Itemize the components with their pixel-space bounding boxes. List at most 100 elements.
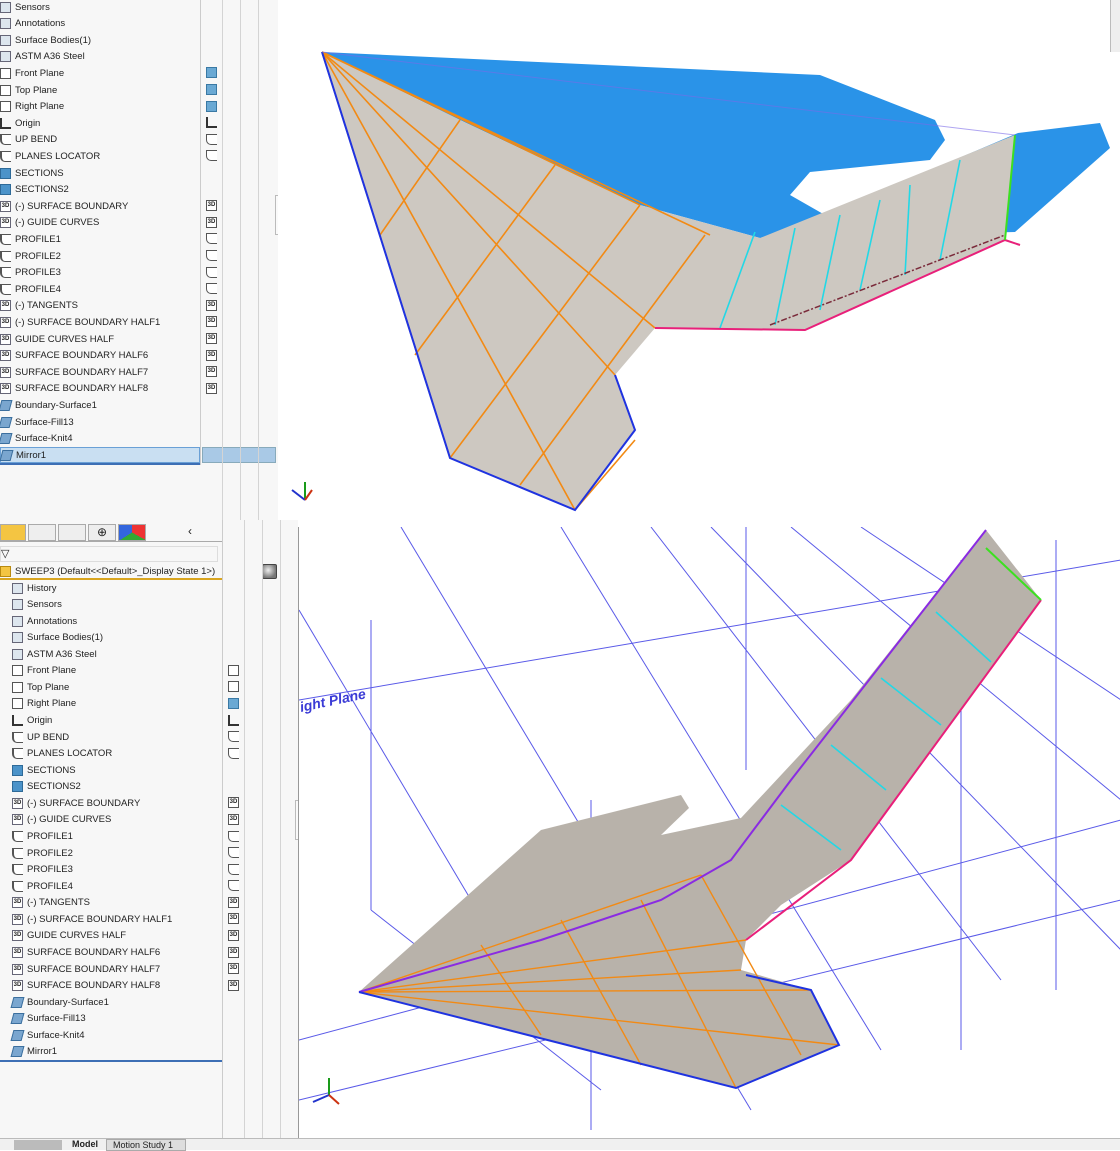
tree-item-surface-boundary-half1[interactable]: 3D (-) SURFACE BOUNDARY HALF1 bbox=[12, 911, 222, 927]
top-graphics-viewport[interactable] bbox=[278, 0, 1120, 520]
tree-item-label: (-) TANGENTS bbox=[15, 300, 78, 312]
tree-item-mirror1[interactable]: Mirror1 bbox=[10, 1044, 222, 1060]
tab-motion-study[interactable]: Motion Study 1 bbox=[106, 1139, 186, 1151]
tree-item-label: PROFILE1 bbox=[27, 831, 73, 843]
tree-item-surface-bodies-1[interactable]: Surface Bodies(1) bbox=[12, 630, 222, 646]
dimxpert-manager-tab[interactable]: ⊕ bbox=[88, 524, 116, 541]
top-feature-tree-pane: Sensors Annotations Surface Bodies(1) ASTM … bbox=[0, 0, 279, 520]
tree-item-profile4[interactable]: PROFILE4 bbox=[12, 878, 222, 894]
3d-icon: 3D bbox=[0, 383, 11, 395]
tree-item-surface-boundary-half8[interactable]: 3D SURFACE BOUNDARY HALF8 bbox=[0, 381, 200, 397]
property-manager-tab[interactable] bbox=[28, 524, 56, 541]
3d-status-icon: 3D bbox=[206, 366, 217, 378]
tree-item-planes-locator[interactable]: PLANES LOCATOR bbox=[0, 148, 200, 164]
tree-item-astm-a36-steel[interactable]: ASTM A36 Steel bbox=[0, 49, 200, 65]
tree-item-label: Surface-Fill13 bbox=[27, 1013, 86, 1025]
tree-item-surface-boundary-half6[interactable]: 3D SURFACE BOUNDARY HALF6 bbox=[0, 348, 200, 364]
tree-item-label: Top Plane bbox=[27, 681, 70, 693]
bottom-graphics-viewport[interactable]: ight Plane bbox=[298, 527, 1120, 1138]
tree-item-profile1[interactable]: PROFILE1 bbox=[12, 829, 222, 845]
tree-item-surface-knit4[interactable]: Surface-Knit4 bbox=[10, 1027, 222, 1043]
tree-item-tangents[interactable]: 3D (-) TANGENTS bbox=[0, 298, 200, 314]
tree-item-annotations[interactable]: Annotations bbox=[0, 16, 200, 32]
tree-item-sections2[interactable]: SECTIONS2 bbox=[12, 779, 222, 795]
tree-item-surface-boundary[interactable]: 3D (-) SURFACE BOUNDARY bbox=[12, 795, 222, 811]
tree-item-right-plane[interactable]: Right Plane bbox=[12, 696, 222, 712]
tree-item-profile3[interactable]: PROFILE3 bbox=[12, 862, 222, 878]
collapse-chevron-icon[interactable]: ‹ bbox=[188, 524, 192, 541]
tree-item-front-plane[interactable]: Front Plane bbox=[12, 663, 222, 679]
appearance-sphere-icon[interactable] bbox=[262, 564, 277, 579]
feature-icon bbox=[10, 996, 25, 1008]
tree-item-up-bend[interactable]: UP BEND bbox=[0, 132, 200, 148]
tree-item-guide-curves[interactable]: 3D (-) GUIDE CURVES bbox=[0, 215, 200, 231]
root-label: SWEEP3 (Default<<Default>_Display State … bbox=[15, 565, 216, 577]
tree-item-front-plane[interactable]: Front Plane bbox=[0, 65, 200, 81]
3d-status-icon: 3D bbox=[228, 946, 239, 958]
tree-item-sections[interactable]: SECTIONS bbox=[0, 165, 200, 181]
3d-icon: 3D bbox=[0, 217, 11, 229]
tree-item-tangents[interactable]: 3D (-) TANGENTS bbox=[12, 895, 222, 911]
manager-tabs: ⊕ ‹ bbox=[0, 524, 222, 542]
filter-icon[interactable]: ▽ bbox=[0, 546, 218, 562]
tree-item-surface-boundary-half7[interactable]: 3D SURFACE BOUNDARY HALF7 bbox=[12, 961, 222, 977]
tree-item-right-plane[interactable]: Right Plane bbox=[0, 99, 200, 115]
sketch-status-icon bbox=[206, 133, 217, 145]
tree-item-surface-boundary[interactable]: 3D (-) SURFACE BOUNDARY bbox=[0, 198, 200, 214]
tree-item-boundary-surface1[interactable]: Boundary-Surface1 bbox=[10, 994, 222, 1010]
tree-item-top-plane[interactable]: Top Plane bbox=[12, 679, 222, 695]
tree-item-planes-locator[interactable]: PLANES LOCATOR bbox=[12, 746, 222, 762]
tree-item-surface-knit4[interactable]: Surface-Knit4 bbox=[0, 431, 200, 447]
tab-model[interactable]: Model bbox=[72, 1139, 98, 1149]
tree-item-surface-boundary-half7[interactable]: 3D SURFACE BOUNDARY HALF7 bbox=[0, 364, 200, 380]
tree-item-profile3[interactable]: PROFILE3 bbox=[0, 265, 200, 281]
tree-item-label: SECTIONS bbox=[15, 167, 64, 179]
tab-scroll-buttons[interactable] bbox=[14, 1140, 62, 1150]
tree-item-sections2[interactable]: SECTIONS2 bbox=[0, 182, 200, 198]
tree-item-annotations[interactable]: Annotations bbox=[12, 613, 222, 629]
tree-item-up-bend[interactable]: UP BEND bbox=[12, 729, 222, 745]
bottom-model-view: ight Plane bbox=[299, 527, 1120, 1130]
display-manager-tab[interactable] bbox=[118, 524, 146, 541]
tree-item-top-plane[interactable]: Top Plane bbox=[0, 82, 200, 98]
tree-item-surface-boundary-half6[interactable]: 3D SURFACE BOUNDARY HALF6 bbox=[12, 945, 222, 961]
configuration-manager-tab[interactable] bbox=[58, 524, 86, 541]
tree-item-profile1[interactable]: PROFILE1 bbox=[0, 231, 200, 247]
tree-item-surface-boundary-half1[interactable]: 3D (-) SURFACE BOUNDARY HALF1 bbox=[0, 314, 200, 330]
sketch-status-icon bbox=[228, 847, 239, 859]
tree-item-history[interactable]: History bbox=[12, 580, 222, 596]
tree-item-sensors[interactable]: Sensors bbox=[12, 597, 222, 613]
tree-item-profile4[interactable]: PROFILE4 bbox=[0, 281, 200, 297]
tree-root[interactable]: SWEEP3 (Default<<Default>_Display State … bbox=[0, 564, 222, 580]
sketch-icon bbox=[0, 250, 11, 262]
tree-item-guide-curves-half[interactable]: 3D GUIDE CURVES HALF bbox=[0, 331, 200, 347]
tree-item-label: Top Plane bbox=[15, 84, 58, 96]
divider bbox=[222, 0, 223, 520]
plane-icon bbox=[12, 681, 23, 693]
tree-item-surface-fill13[interactable]: Surface-Fill13 bbox=[10, 1011, 222, 1027]
3d-status-icon: 3D bbox=[206, 382, 217, 394]
divider bbox=[280, 520, 281, 1138]
folder-icon bbox=[0, 184, 11, 196]
feature-manager-tab[interactable] bbox=[0, 524, 26, 541]
tree-item-guide-curves-half[interactable]: 3D GUIDE CURVES HALF bbox=[12, 928, 222, 944]
tree-item-surface-boundary-half8[interactable]: 3D SURFACE BOUNDARY HALF8 bbox=[12, 978, 222, 994]
tree-item-sections[interactable]: SECTIONS bbox=[12, 762, 222, 778]
tree-item-surface-fill13[interactable]: Surface-Fill13 bbox=[0, 414, 200, 430]
tree-item-label: Surface-Knit4 bbox=[15, 433, 73, 445]
tree-item-boundary-surface1[interactable]: Boundary-Surface1 bbox=[0, 397, 200, 413]
tree-item-profile2[interactable]: PROFILE2 bbox=[12, 845, 222, 861]
tree-item-origin[interactable]: Origin bbox=[0, 115, 200, 131]
tree-item-mirror1[interactable]: Mirror1 bbox=[0, 447, 200, 464]
tree-item-sensors[interactable]: Sensors bbox=[0, 0, 200, 15]
tree-end-line bbox=[0, 1060, 222, 1062]
3d-status-icon: 3D bbox=[206, 200, 217, 212]
tree-item-origin[interactable]: Origin bbox=[12, 713, 222, 729]
tree-item-astm-a36-steel[interactable]: ASTM A36 Steel bbox=[12, 646, 222, 662]
tree-item-surface-bodies-1[interactable]: Surface Bodies(1) bbox=[0, 32, 200, 48]
annotation-icon bbox=[0, 18, 11, 30]
origin-status-icon bbox=[206, 117, 217, 129]
tree-item-guide-curves[interactable]: 3D (-) GUIDE CURVES bbox=[12, 812, 222, 828]
view-toolbar[interactable] bbox=[1110, 0, 1120, 52]
tree-item-profile2[interactable]: PROFILE2 bbox=[0, 248, 200, 264]
